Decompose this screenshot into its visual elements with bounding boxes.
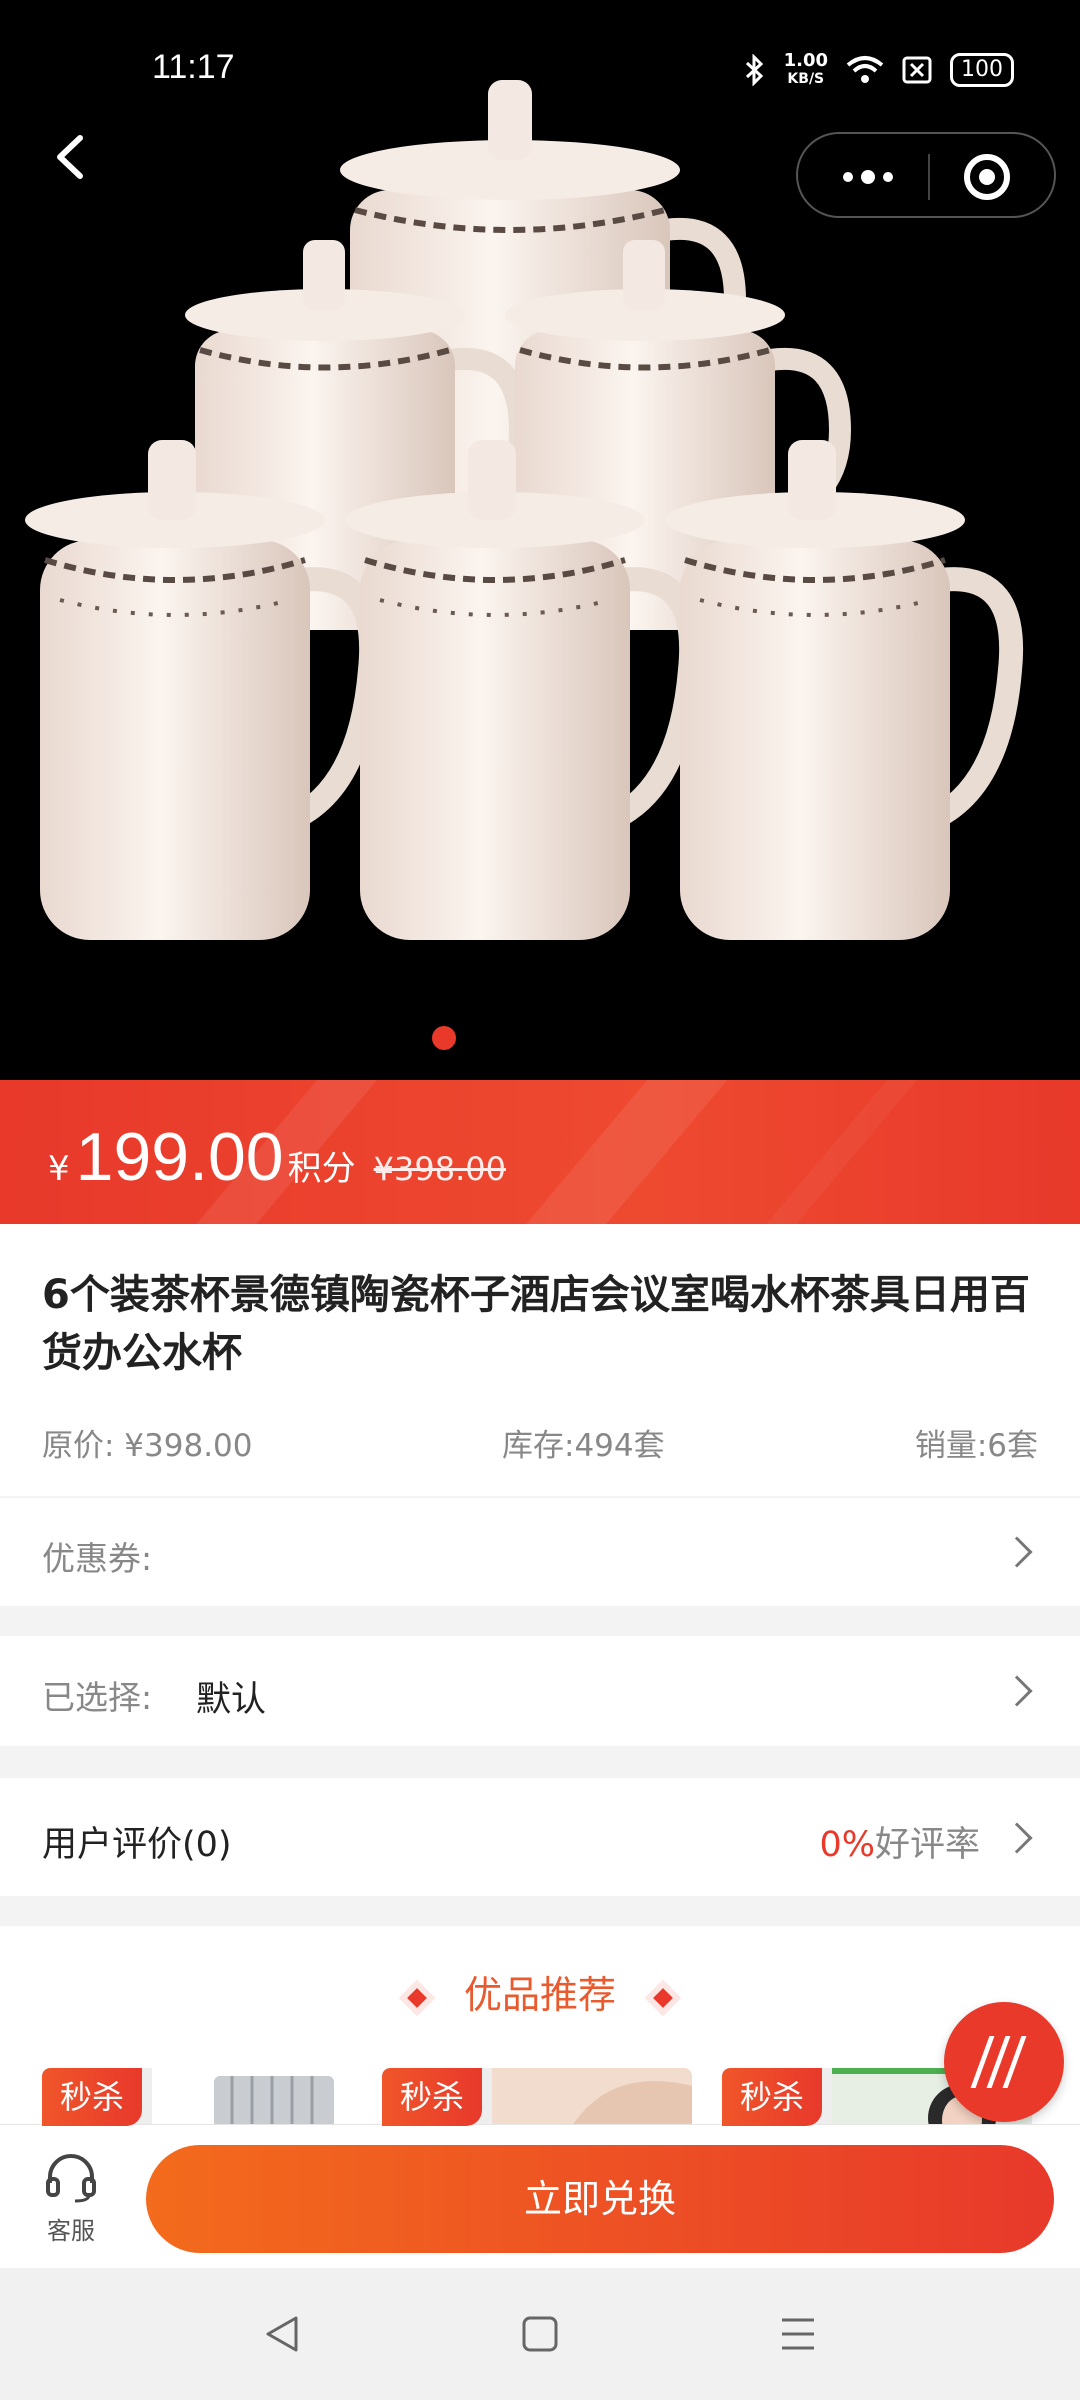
more-dots-icon[interactable] [828,134,908,220]
battery-icon: 100 [950,53,1014,87]
review-rate-label: 好评率 [874,1825,980,1865]
price-unit: 积分 [287,1149,356,1189]
customer-service-button[interactable]: 客服 [36,2153,106,2246]
system-navigation-bar [0,2268,1080,2400]
status-time: 11:17 [152,48,235,86]
sim-off-icon [902,56,932,84]
product-gallery[interactable]: 11:17 1.00 KB/S 100 [0,0,1080,1080]
status-bar: 11:17 1.00 KB/S 100 [0,48,1080,98]
bottom-action-bar: 客服 立即兑换 [0,2124,1080,2268]
chevron-right-icon [1001,1675,1033,1707]
chevron-right-icon [1001,1822,1033,1854]
review-row[interactable]: 用户评价(0) 0%好评率 [0,1778,1080,1896]
flash-sale-tag: 秒杀 [722,2068,823,2126]
recommend-card[interactable]: 秒杀 [42,2068,352,2126]
capsule-divider [928,154,930,200]
nav-home-icon[interactable] [520,2314,560,2354]
product-thumbnail [152,2068,352,2126]
miniapp-capsule [796,132,1056,218]
recommend-section: 优品推荐 秒杀 秒杀 秒杀 [0,1926,1080,2126]
back-to-top-button[interactable] [944,2002,1064,2122]
review-label: 用户评价(0) [42,1825,232,1865]
product-title: 6个装茶杯景德镇陶瓷杯子酒店会议室喝水杯茶具日用百货办公水杯 [42,1272,1030,1376]
diamond-icon [653,1987,673,2008]
nav-menu-icon[interactable] [778,2314,818,2354]
wifi-icon [846,56,884,83]
net-speed: 1.00 KB/S [783,50,828,88]
original-price: 原价: ¥398.00 [42,1428,253,1464]
price-banner: ¥ 199.00 积分 ¥398.00 [0,1080,1080,1224]
stock-count: 库存:494套 [502,1428,665,1464]
customer-service-label: 客服 [47,2217,95,2245]
sales-count: 销量:6套 [914,1428,1038,1464]
flash-sale-tag: 秒杀 [382,2068,483,2126]
chevron-right-icon [1001,1536,1033,1568]
nav-back-icon[interactable] [262,2314,302,2354]
price-original: ¥398.00 [373,1150,506,1188]
selection-label: 已选择: [42,1678,153,1717]
recommend-card[interactable]: 秒杀 [382,2068,692,2126]
bluetooth-icon [745,54,763,86]
back-icon[interactable] [50,132,90,182]
headset-icon [46,2154,96,2203]
review-rate: 0%好评率 [819,1816,980,1867]
price-value: 199.00 [75,1119,284,1195]
diamond-icon [407,1987,427,2008]
selection-row[interactable]: 已选择: 默认 [0,1636,1080,1746]
exchange-now-button[interactable]: 立即兑换 [146,2145,1054,2253]
coupon-label: 优惠券: [42,1539,153,1578]
flash-sale-tag: 秒杀 [42,2068,143,2126]
gallery-indicator-dot[interactable] [432,1026,456,1050]
recommend-title: 优品推荐 [0,1964,1080,2019]
selection-value: 默认 [196,1680,267,1720]
review-rate-percent: 0% [819,1825,875,1865]
product-info: 6个装茶杯景德镇陶瓷杯子酒店会议室喝水杯茶具日用百货办公水杯 原价: ¥398.… [0,1224,1080,1496]
price-currency: ¥ [48,1149,70,1189]
target-icon[interactable] [964,154,1010,200]
coupon-row[interactable]: 优惠券: [0,1498,1080,1606]
product-thumbnail [492,2068,692,2126]
